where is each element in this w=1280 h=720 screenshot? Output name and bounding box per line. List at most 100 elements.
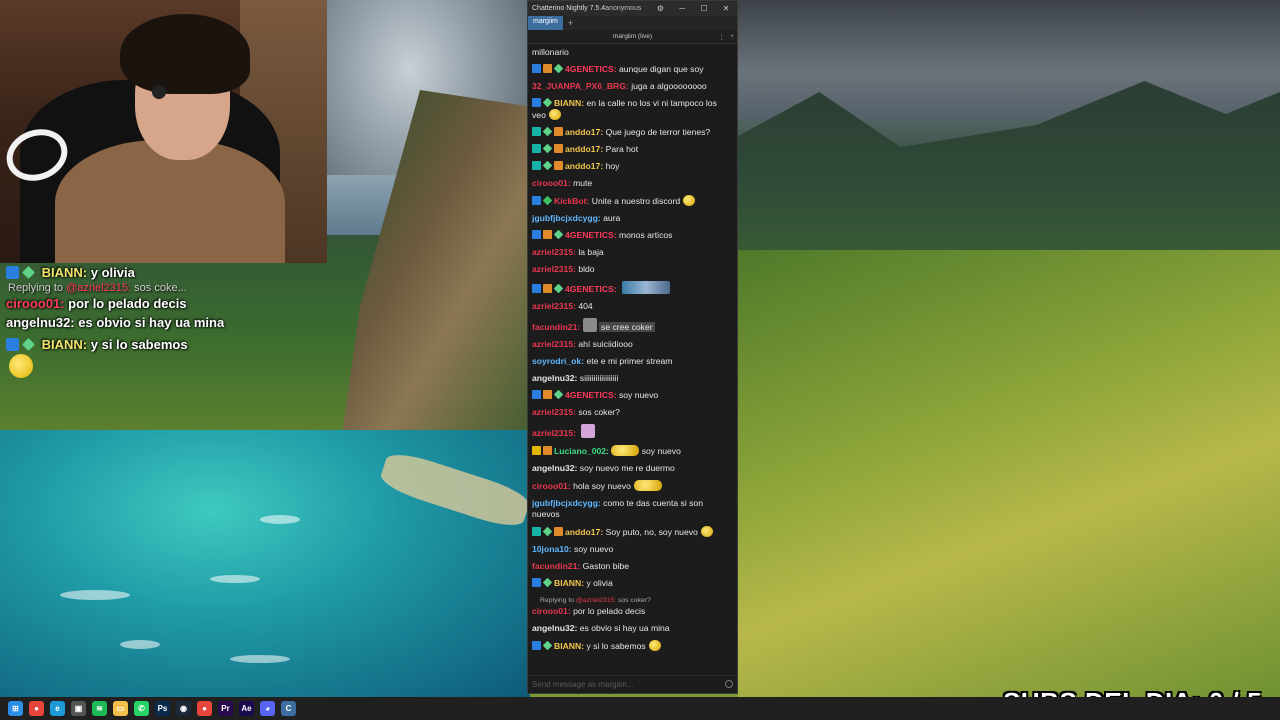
chat-message[interactable]: facundin21: Gaston bibe	[532, 558, 733, 575]
explorer-icon[interactable]: ▭	[113, 701, 128, 716]
chat-message[interactable]: jgubfjbcjxdcygg: aura	[532, 210, 733, 227]
chat-message[interactable]: anddo17: Para hot	[532, 141, 733, 158]
dia-badge-icon[interactable]	[553, 389, 564, 400]
blue-badge-icon[interactable]	[532, 578, 541, 587]
chat-username[interactable]: 10jona10:	[532, 544, 574, 554]
edge-icon[interactable]: e	[50, 701, 65, 716]
chat-username[interactable]: Luciano_002:	[554, 446, 611, 456]
photoshop-icon[interactable]: Ps	[155, 701, 170, 716]
chat-message[interactable]: angelnu32: siiiiiiiiiiiiiiiiii	[532, 370, 733, 387]
chat-message[interactable]: anddo17: Que juego de terror tienes?	[532, 124, 733, 141]
chat-username[interactable]: jgubfjbcjxdcygg:	[532, 498, 603, 508]
orange-badge-icon[interactable]	[554, 127, 563, 136]
chat-message[interactable]: 4GENETICS: monos articos	[532, 227, 733, 244]
chat-username[interactable]: facundin21:	[532, 322, 583, 332]
orange-badge-icon[interactable]	[543, 284, 552, 293]
chat-message[interactable]: anddo17: hoy	[532, 158, 733, 175]
chat-message[interactable]: Luciano_002: soy nuevo	[532, 442, 733, 460]
chat-message[interactable]: cirooo01: mute	[532, 175, 733, 192]
chat-username[interactable]: 4GENETICS:	[565, 64, 619, 74]
chat-message[interactable]: 32_JUANPA_PX6_BRG: juga a algoooooooo	[532, 78, 733, 95]
green-badge-icon[interactable]	[542, 195, 553, 206]
dia-badge-icon[interactable]	[542, 126, 553, 137]
chat-username[interactable]: cirooo01:	[532, 606, 573, 616]
message-input[interactable]: Send message as margiim...	[528, 675, 737, 693]
orange-badge-icon[interactable]	[554, 527, 563, 536]
chat-username[interactable]: azriel2315:	[532, 264, 578, 274]
teal-badge-icon[interactable]	[532, 144, 541, 153]
chat-username[interactable]: 4GENETICS:	[565, 390, 619, 400]
chat-message[interactable]: azriel2315: sos coker?	[532, 404, 733, 421]
chat-message[interactable]: angelnu32: es obvio si hay ua mina	[532, 620, 733, 637]
chat-username[interactable]: angelnu32:	[532, 463, 580, 473]
chat-message[interactable]: facundin21: se cree coker	[532, 315, 733, 336]
chat-username[interactable]: 4GENETICS:	[565, 230, 619, 240]
blue-badge-icon[interactable]	[532, 196, 541, 205]
chatterino-icon[interactable]: C	[281, 701, 296, 716]
chat-message[interactable]: BIANN: y si lo sabemos	[532, 637, 733, 655]
emote-icon[interactable]	[633, 480, 662, 491]
close-icon[interactable]: ✕	[715, 4, 737, 13]
chat-username[interactable]: angelnu32:	[532, 623, 580, 633]
chat-username[interactable]: azriel2315:	[532, 339, 578, 349]
task-view-icon[interactable]: ▣	[71, 701, 86, 716]
blue-badge-icon[interactable]	[532, 98, 541, 107]
chat-username[interactable]: azriel2315:	[532, 301, 578, 311]
blue-badge-icon[interactable]	[532, 390, 541, 399]
dia-badge-icon[interactable]	[542, 577, 553, 588]
window-titlebar[interactable]: Chatterino Nightly 7.5.4 anonymous ⚙ ─ ☐…	[528, 1, 737, 16]
after-effects-icon[interactable]: Ae	[239, 701, 254, 716]
emote-icon[interactable]	[611, 445, 640, 456]
dia-badge-icon[interactable]	[542, 526, 553, 537]
chat-username[interactable]: jgubfjbcjxdcygg:	[532, 213, 603, 223]
emote-icon[interactable]	[683, 195, 696, 206]
chat-username[interactable]: anddo17:	[565, 127, 606, 137]
chat-username[interactable]: 32_JUANPA_PX6_BRG:	[532, 81, 631, 91]
orange-badge-icon[interactable]	[543, 64, 552, 73]
add-tab-icon[interactable]: +	[563, 18, 578, 28]
orange-badge-icon[interactable]	[554, 144, 563, 153]
chat-username[interactable]: anddo17:	[565, 527, 606, 537]
chatterino-window[interactable]: Chatterino Nightly 7.5.4 anonymous ⚙ ─ ☐…	[527, 0, 738, 694]
dia-badge-icon[interactable]	[542, 97, 553, 108]
minimize-icon[interactable]: ─	[671, 4, 693, 13]
chat-username[interactable]: soyrodri_ok:	[532, 356, 586, 366]
split-header[interactable]: margiim (live) ⋮ +	[528, 30, 737, 44]
add-split-icon[interactable]: +	[730, 33, 734, 40]
chat-username[interactable]: KickBot:	[554, 196, 592, 206]
chat-username[interactable]: BIANN:	[554, 641, 586, 651]
blue-badge-icon[interactable]	[532, 284, 541, 293]
premiere-icon[interactable]: Pr	[218, 701, 233, 716]
chat-message[interactable]: azriel2315:	[532, 421, 733, 442]
chat-message[interactable]: 4GENETICS:	[532, 278, 733, 298]
chat-message[interactable]: BIANN: y olivia	[532, 575, 733, 592]
maximize-icon[interactable]: ☐	[693, 4, 715, 13]
chat-message[interactable]: KickBot: Unite a nuestro discord	[532, 192, 733, 210]
chat-message[interactable]: angelnu32: soy nuevo me re duermo	[532, 460, 733, 477]
dia-badge-icon[interactable]	[553, 229, 564, 240]
chat-message[interactable]: azriel2315: ahí suiciidiooo	[532, 336, 733, 353]
chat-username[interactable]: BIANN:	[554, 98, 586, 108]
emote-icon[interactable]	[700, 526, 713, 537]
orange-badge-icon[interactable]	[554, 161, 563, 170]
chat-username[interactable]: azriel2315:	[532, 407, 578, 417]
chat-message[interactable]: 10jona10: soy nuevo	[532, 541, 733, 558]
windows-start-icon[interactable]: ⊞	[8, 701, 23, 716]
tab-margiim[interactable]: margiim	[528, 16, 563, 30]
chat-username[interactable]: azriel2315:	[532, 428, 578, 438]
chat-username[interactable]: cirooo01:	[532, 481, 573, 491]
account-switcher[interactable]: anonymous	[605, 5, 641, 12]
orange-badge-icon[interactable]	[543, 446, 552, 455]
chat-username[interactable]: anddo17:	[565, 161, 606, 171]
chat-message[interactable]: azriel2315: la baja	[532, 244, 733, 261]
emote-picker-icon[interactable]	[725, 680, 733, 688]
blue-badge-icon[interactable]	[532, 64, 541, 73]
orange-badge-icon[interactable]	[543, 230, 552, 239]
emote-icon[interactable]	[648, 640, 661, 651]
dia-badge-icon[interactable]	[542, 143, 553, 154]
steam-icon[interactable]: ◉	[176, 701, 191, 716]
teal-badge-icon[interactable]	[532, 527, 541, 536]
dia-badge-icon[interactable]	[553, 63, 564, 74]
chrome-icon[interactable]: ●	[29, 701, 44, 716]
orange-badge-icon[interactable]	[543, 390, 552, 399]
